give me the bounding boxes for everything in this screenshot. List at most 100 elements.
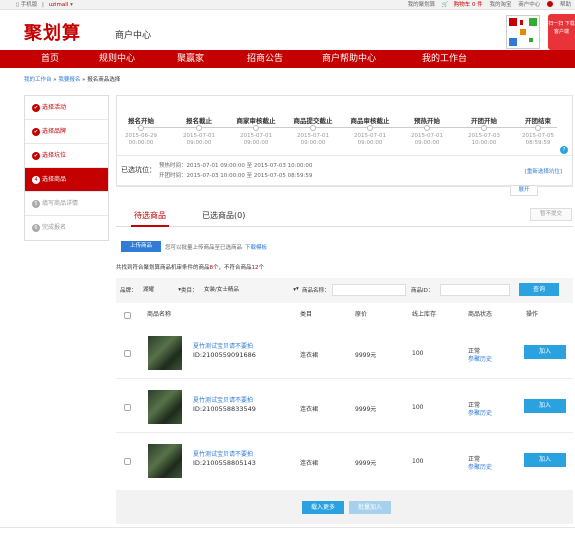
- my-taobao-link[interactable]: 我的淘宝: [489, 2, 511, 8]
- step-label: 选择活动: [42, 104, 67, 111]
- table-row: 夏竹测试宝贝请不要拍 ID:2100558805143 连衣裙 9999元 10…: [116, 434, 573, 487]
- product-name-link[interactable]: 夏竹测试宝贝请不要拍: [193, 449, 253, 458]
- logo[interactable]: 聚划算: [24, 19, 81, 45]
- step-label: 选择商品: [42, 176, 67, 183]
- step-complete: 6 完成报名: [25, 216, 108, 240]
- add-product-button[interactable]: 加入: [524, 453, 566, 467]
- timeline-step: 商品提交截止 2015-07-01 09:00:00: [293, 117, 333, 146]
- column-header: 原价: [355, 311, 368, 318]
- add-product-button[interactable]: 加入: [524, 399, 566, 413]
- table-header: 商品名称 类目 原价 线上库存 商品状态 操作: [116, 306, 573, 324]
- nav-home[interactable]: 首页: [41, 50, 59, 68]
- step-select-product[interactable]: 4 选择商品: [25, 168, 108, 192]
- product-thumbnail[interactable]: [148, 390, 182, 424]
- column-header: 商品名称: [147, 311, 172, 318]
- column-header: 操作: [526, 311, 539, 318]
- product-id-label: 商品ID：: [411, 288, 434, 294]
- mobile-link[interactable]: ▯ 手机版: [16, 2, 37, 8]
- table-row: 夏竹测试宝贝请不要拍 ID:2100559091686 连衣裙 9999元 10…: [116, 326, 573, 379]
- tab-pending-products[interactable]: 待选商品: [131, 205, 169, 227]
- timeline-step: 商家审核截止 2015-07-01 09:00:00: [236, 117, 276, 146]
- product-category: 连衣裙: [300, 406, 319, 413]
- column-header: 商品状态: [468, 311, 493, 318]
- chevron-down-icon[interactable]: ▾: [70, 2, 73, 8]
- nav-rules[interactable]: 规则中心: [99, 50, 135, 68]
- download-template-link[interactable]: 下载模板: [245, 245, 267, 251]
- product-name-label: 商品名称：: [302, 288, 330, 294]
- expand-button[interactable]: 展开: [510, 185, 538, 196]
- history-link[interactable]: 参聚历史: [468, 408, 492, 417]
- nav-workbench[interactable]: 我的工作台: [422, 50, 467, 68]
- upload-products-button[interactable]: 上传商品: [121, 241, 161, 252]
- tab-selected-products[interactable]: 已选商品(0): [202, 205, 245, 227]
- history-link[interactable]: 参聚历史: [468, 462, 492, 471]
- product-thumbnail[interactable]: [148, 444, 182, 478]
- breadcrumb-parent[interactable]: 我要报名: [58, 77, 80, 83]
- timeline-dot: [481, 125, 487, 131]
- upload-tip: 您可以批量上传商品至已选商品 下载模板: [165, 245, 268, 251]
- timeline-step: 商品审核截止 2015-07-01 09:00:00: [350, 117, 390, 146]
- check-icon: ✔: [32, 104, 40, 112]
- username-link[interactable]: uzimall: [49, 2, 69, 8]
- filter-bar: 品牌： 湖耀 ▾ 类目： 女装/女士精品 ▾ ▾ 商品名称： 商品ID： 查询: [116, 278, 573, 303]
- row-checkbox[interactable]: [124, 458, 131, 465]
- product-name-input[interactable]: [332, 284, 406, 296]
- help-link[interactable]: 帮助: [546, 1, 571, 8]
- product-price: 9999元: [355, 460, 377, 467]
- main-nav: 首页 规则中心 聚赢家 招商公告 商户帮助中心 我的工作台: [0, 50, 575, 68]
- open-time: 开团时间：2015-07-03 10:00:00 至 2015-07-05 08…: [159, 173, 313, 179]
- add-product-button[interactable]: 加入: [524, 345, 566, 359]
- timeline-dot: [424, 125, 430, 131]
- separator: |: [42, 2, 44, 8]
- nav-announcements[interactable]: 招商公告: [247, 50, 283, 68]
- load-more-button[interactable]: 载入更多: [302, 501, 344, 514]
- preheat-time: 预热时间：2015-07-01 09:00:00 至 2015-07-03 10…: [159, 163, 313, 169]
- breadcrumb-home[interactable]: 我的工作台: [24, 77, 52, 83]
- step-select-activity[interactable]: ✔ 选择活动: [25, 96, 108, 120]
- product-name-link[interactable]: 夏竹测试宝贝请不要拍: [193, 395, 253, 404]
- help-icon: [546, 1, 553, 7]
- reselect-slot-link[interactable]: [重新选择坑位]: [525, 167, 562, 175]
- product-price: 9999元: [355, 406, 377, 413]
- check-icon: ✔: [32, 152, 40, 160]
- timeline-dot: [196, 125, 202, 131]
- product-category: 连衣裙: [300, 460, 319, 467]
- row-checkbox[interactable]: [124, 404, 131, 411]
- product-stock: 100: [412, 458, 424, 465]
- table-footer: 载入更多 批量加入: [116, 490, 573, 524]
- query-button[interactable]: 查询: [519, 283, 559, 296]
- timeline-dot: [138, 125, 144, 131]
- breadcrumb: 我的工作台 » 我要报名 » 报名商品选择: [24, 75, 120, 83]
- step-select-brand[interactable]: ✔ 选择品牌: [25, 120, 108, 144]
- product-name-link[interactable]: 夏竹测试宝贝请不要拍: [193, 341, 253, 350]
- step-label: 填写商品详情: [42, 200, 79, 207]
- step-fill-details: 5 填写商品详情: [25, 192, 108, 216]
- cart-link[interactable]: 购物车 0 件: [454, 2, 483, 8]
- top-bar-right: 我的聚划算 🛒 购物车 0 件 我的淘宝 商户中心 帮助: [403, 0, 571, 10]
- product-id-input[interactable]: [440, 284, 510, 296]
- help-icon[interactable]: ?: [560, 146, 568, 154]
- chevron-down-icon[interactable]: ▾: [296, 286, 299, 292]
- nav-help-center[interactable]: 商户帮助中心: [322, 50, 376, 68]
- row-checkbox[interactable]: [124, 350, 131, 357]
- my-jhs-link[interactable]: 我的聚划算: [408, 2, 436, 8]
- selected-slot-label: 已选坑位：: [121, 166, 156, 174]
- select-all-checkbox[interactable]: [124, 312, 131, 319]
- product-id: ID:2100559091686: [193, 351, 256, 359]
- logo-subtitle: 商户中心: [115, 31, 152, 41]
- skip-submit-button[interactable]: 暂不提交: [530, 208, 572, 221]
- merchant-link[interactable]: 商户中心: [518, 2, 540, 8]
- nav-winner[interactable]: 聚赢家: [177, 50, 204, 68]
- category-label: 类目：: [181, 288, 198, 294]
- step-select-slot[interactable]: ✔ 选择坑位: [25, 144, 108, 168]
- batch-add-button[interactable]: 批量加入: [349, 501, 391, 514]
- download-app-banner[interactable]: 扫一扫 下载客户端: [548, 14, 575, 50]
- history-link[interactable]: 参聚历史: [468, 354, 492, 363]
- timeline-step: 开团开始 2015-07-03 10:00:00: [468, 117, 500, 146]
- timeline-dot: [367, 125, 373, 131]
- timeline-step: 报名截止 2015-07-01 09:00:00: [183, 117, 215, 146]
- brand-select[interactable]: 湖耀 ▾: [143, 284, 181, 296]
- bottom-divider: [0, 527, 575, 528]
- category-select[interactable]: 女装/女士精品 ▾: [204, 284, 296, 296]
- product-thumbnail[interactable]: [148, 336, 182, 370]
